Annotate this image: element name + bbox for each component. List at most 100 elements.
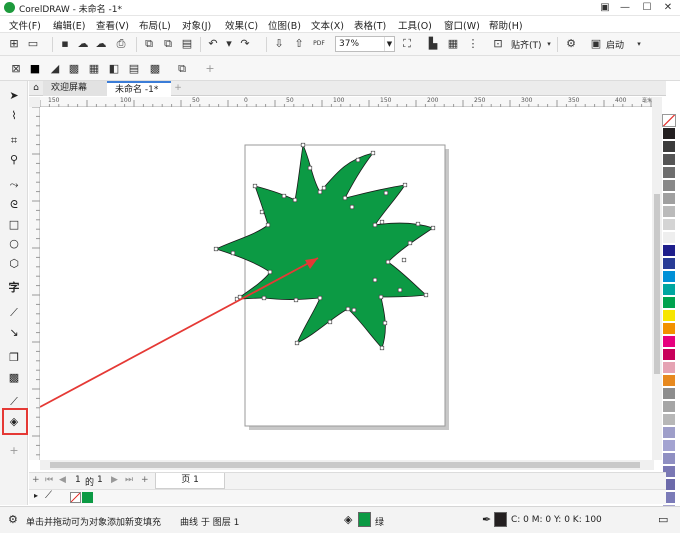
vertical-scroll-thumb[interactable] xyxy=(654,194,660,374)
paste-icon[interactable]: ▤ xyxy=(180,37,194,51)
export-icon[interactable]: ⇧ xyxy=(292,37,306,51)
palette-swatch[interactable] xyxy=(662,244,676,257)
previous-page-icon[interactable]: ◀ xyxy=(59,475,66,485)
path-node[interactable] xyxy=(415,221,421,227)
palette-swatch[interactable] xyxy=(662,218,676,231)
path-node[interactable] xyxy=(402,182,408,188)
rectangle-tool-icon[interactable]: □ xyxy=(6,217,22,233)
green-swatch[interactable] xyxy=(82,492,93,503)
drawing-canvas[interactable] xyxy=(40,107,654,460)
text-tool-icon[interactable]: 字 xyxy=(6,280,22,296)
path-node[interactable] xyxy=(294,340,300,346)
postscript-fill-icon[interactable]: ▩ xyxy=(148,62,162,76)
path-node[interactable] xyxy=(407,240,413,246)
no-fill-icon[interactable]: ⊠ xyxy=(9,62,23,76)
transparency-icon[interactable]: ▩ xyxy=(6,370,22,386)
palette-swatch[interactable] xyxy=(662,257,676,270)
launch-app-icon[interactable]: ▣ xyxy=(589,37,603,51)
vertical-ruler[interactable] xyxy=(29,107,40,460)
path-node[interactable] xyxy=(351,307,357,313)
palette-swatch[interactable] xyxy=(662,166,676,179)
close-button[interactable]: ✕ xyxy=(655,0,680,16)
path-node[interactable] xyxy=(349,204,355,210)
path-node[interactable] xyxy=(230,250,236,256)
undo-dropdown-icon[interactable]: ▾ xyxy=(222,37,236,51)
menu-bitmaps[interactable]: 位图(B) xyxy=(268,18,301,32)
launch-dropdown-icon[interactable]: ▾ xyxy=(632,37,646,51)
path-node[interactable] xyxy=(265,222,271,228)
polygon-tool-icon[interactable]: ⬡ xyxy=(6,256,22,272)
download-cloud-icon[interactable]: ☁ xyxy=(94,37,108,51)
ruler-origin[interactable] xyxy=(29,97,40,107)
open-icon[interactable]: ▭ xyxy=(26,37,40,51)
chevron-down-icon[interactable]: ▼ xyxy=(384,37,394,51)
path-node[interactable] xyxy=(267,269,273,275)
palette-swatch[interactable] xyxy=(662,153,676,166)
bitmap-pattern-fill-icon[interactable]: ▦ xyxy=(87,62,101,76)
add-page-end-icon[interactable]: + xyxy=(141,475,149,485)
show-rulers-icon[interactable]: ▙ xyxy=(426,37,440,51)
home-icon[interactable]: ⌂ xyxy=(29,81,43,96)
path-node[interactable] xyxy=(383,190,389,196)
two-color-pattern-fill-icon[interactable]: ◧ xyxy=(107,62,121,76)
show-guidelines-icon[interactable]: ⋮ xyxy=(466,37,480,51)
pick-tool-icon[interactable]: ➤ xyxy=(6,88,22,104)
freehand-tool-icon[interactable]: ⤳ xyxy=(6,177,22,193)
path-node[interactable] xyxy=(379,219,385,225)
crop-tool-icon[interactable]: ⌗ xyxy=(6,133,22,149)
horizontal-ruler[interactable]: 150 100 50 0 50 100 150 200 250 300 350 … xyxy=(40,97,654,107)
palette-swatch[interactable] xyxy=(662,205,676,218)
path-node[interactable] xyxy=(372,277,378,283)
add-tab-icon[interactable]: + xyxy=(171,81,185,96)
tab-document[interactable]: 未命名 -1* xyxy=(107,81,171,96)
horizontal-scroll-thumb[interactable] xyxy=(50,462,640,468)
menu-layout[interactable]: 布局(L) xyxy=(139,18,171,32)
path-node[interactable] xyxy=(370,150,376,156)
drop-shadow-icon[interactable]: ❐ xyxy=(6,350,22,366)
menu-edit[interactable]: 编辑(E) xyxy=(53,18,85,32)
palette-swatch[interactable] xyxy=(662,309,676,322)
path-node[interactable] xyxy=(378,294,384,300)
palette-swatch[interactable] xyxy=(662,361,676,374)
connector-tool-icon[interactable]: ↘ xyxy=(6,325,22,341)
palette-swatch[interactable] xyxy=(662,231,676,244)
palette-swatch[interactable] xyxy=(662,400,676,413)
zoom-tool-icon[interactable]: ⚲ xyxy=(6,152,22,168)
palette-swatch[interactable] xyxy=(662,348,676,361)
path-node[interactable] xyxy=(281,193,287,199)
path-node[interactable] xyxy=(300,142,306,148)
next-page-icon[interactable]: ▶ xyxy=(111,475,118,485)
palette-swatch[interactable] xyxy=(662,283,676,296)
palette-swatch[interactable] xyxy=(662,335,676,348)
artistic-media-icon[interactable]: ᘓ xyxy=(6,197,22,213)
current-page[interactable]: 1 xyxy=(75,475,81,485)
shape-tool-icon[interactable]: ⌇ xyxy=(6,108,22,124)
eyedropper-icon[interactable]: ⟋ xyxy=(45,490,52,501)
path-node[interactable] xyxy=(423,292,429,298)
path-node[interactable] xyxy=(382,320,388,326)
path-node[interactable] xyxy=(292,197,298,203)
zoom-level-field[interactable]: 37% ▼ xyxy=(335,36,395,52)
copy-fill-icon[interactable]: ⧉ xyxy=(175,62,189,76)
path-node[interactable] xyxy=(307,165,313,171)
page-tab[interactable]: 页 1 xyxy=(155,473,225,489)
palette-swatch[interactable] xyxy=(662,140,676,153)
launch-button[interactable]: 启动 xyxy=(606,38,624,51)
texture-fill-icon[interactable]: ▤ xyxy=(127,62,141,76)
fill-color-chip[interactable] xyxy=(358,512,371,527)
palette-swatch[interactable] xyxy=(662,179,676,192)
path-node[interactable] xyxy=(355,157,361,163)
print-icon[interactable]: ⎙ xyxy=(114,37,128,51)
menu-help[interactable]: 帮助(H) xyxy=(489,18,523,32)
path-node[interactable] xyxy=(261,295,267,301)
path-node[interactable] xyxy=(213,246,219,252)
path-node[interactable] xyxy=(401,257,407,263)
parallel-dimension-icon[interactable]: ⟋ xyxy=(6,305,22,321)
path-node[interactable] xyxy=(259,209,265,215)
palette-swatch[interactable] xyxy=(662,127,676,140)
copy-icon[interactable]: ⧉ xyxy=(161,37,175,51)
new-document-icon[interactable]: ⊞ xyxy=(7,37,21,51)
settings-gear-icon[interactable]: ⚙ xyxy=(8,513,18,526)
show-grid-icon[interactable]: ▦ xyxy=(446,37,460,51)
menu-file[interactable]: 文件(F) xyxy=(9,18,41,32)
